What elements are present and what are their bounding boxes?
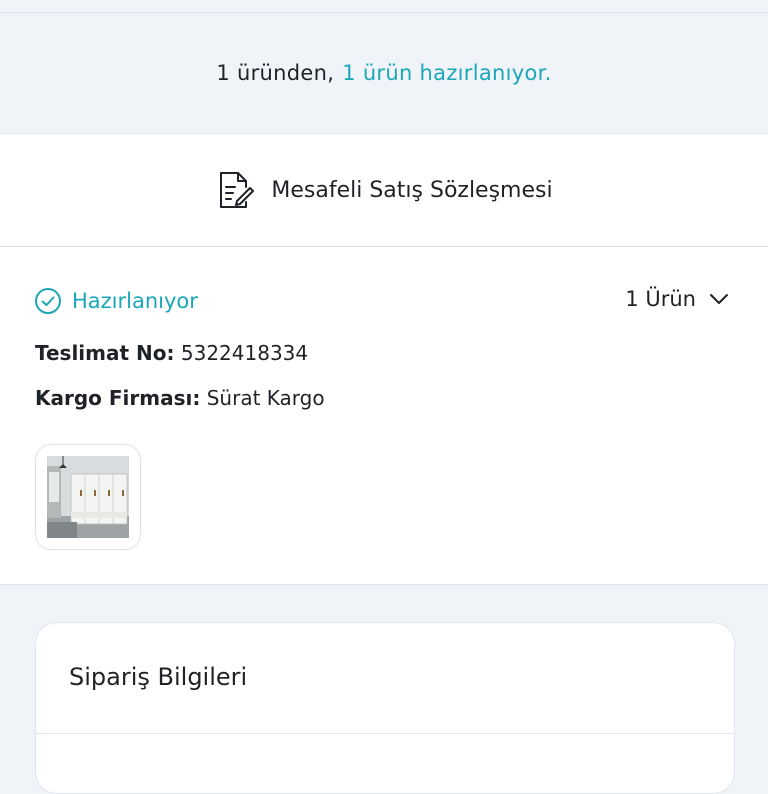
status-label: Hazırlanıyor [72, 289, 198, 313]
wardrobe-product-image [47, 456, 129, 538]
carrier-value: Sürat Kargo [206, 386, 325, 410]
carrier-row: Kargo Firması: Sürat Kargo [35, 386, 325, 410]
delivery-number-label: Teslimat No: [35, 341, 175, 365]
distance-sales-contract-button[interactable]: Mesafeli Satış Sözleşmesi [0, 134, 768, 247]
product-thumbnail[interactable] [35, 444, 141, 550]
preparation-summary: 1 üründen, 1 ürün hazırlanıyor. [0, 13, 768, 134]
item-count-toggle[interactable]: 1 Ürün [625, 287, 730, 311]
summary-highlight: 1 ürün hazırlanıyor. [342, 61, 552, 85]
document-edit-icon [215, 170, 255, 210]
chevron-down-icon [708, 288, 730, 310]
item-count-label: 1 Ürün [625, 287, 696, 311]
carrier-label: Kargo Firması: [35, 386, 201, 410]
delivery-number-value: 5322418334 [180, 341, 309, 365]
order-info-title: Sipariş Bilgileri [69, 663, 248, 691]
contract-label: Mesafeli Satış Sözleşmesi [271, 177, 553, 203]
shipment-card: Hazırlanıyor 1 Ürün Teslimat No: 5322418… [0, 247, 768, 585]
delivery-number-row: Teslimat No: 5322418334 [35, 341, 308, 365]
shipment-status: Hazırlanıyor [34, 287, 198, 315]
order-info-card: Sipariş Bilgileri [35, 622, 735, 794]
summary-prefix: 1 üründen, [216, 61, 335, 85]
check-circle-icon [34, 287, 62, 315]
order-info-divider [36, 733, 734, 734]
top-divider [0, 0, 768, 13]
